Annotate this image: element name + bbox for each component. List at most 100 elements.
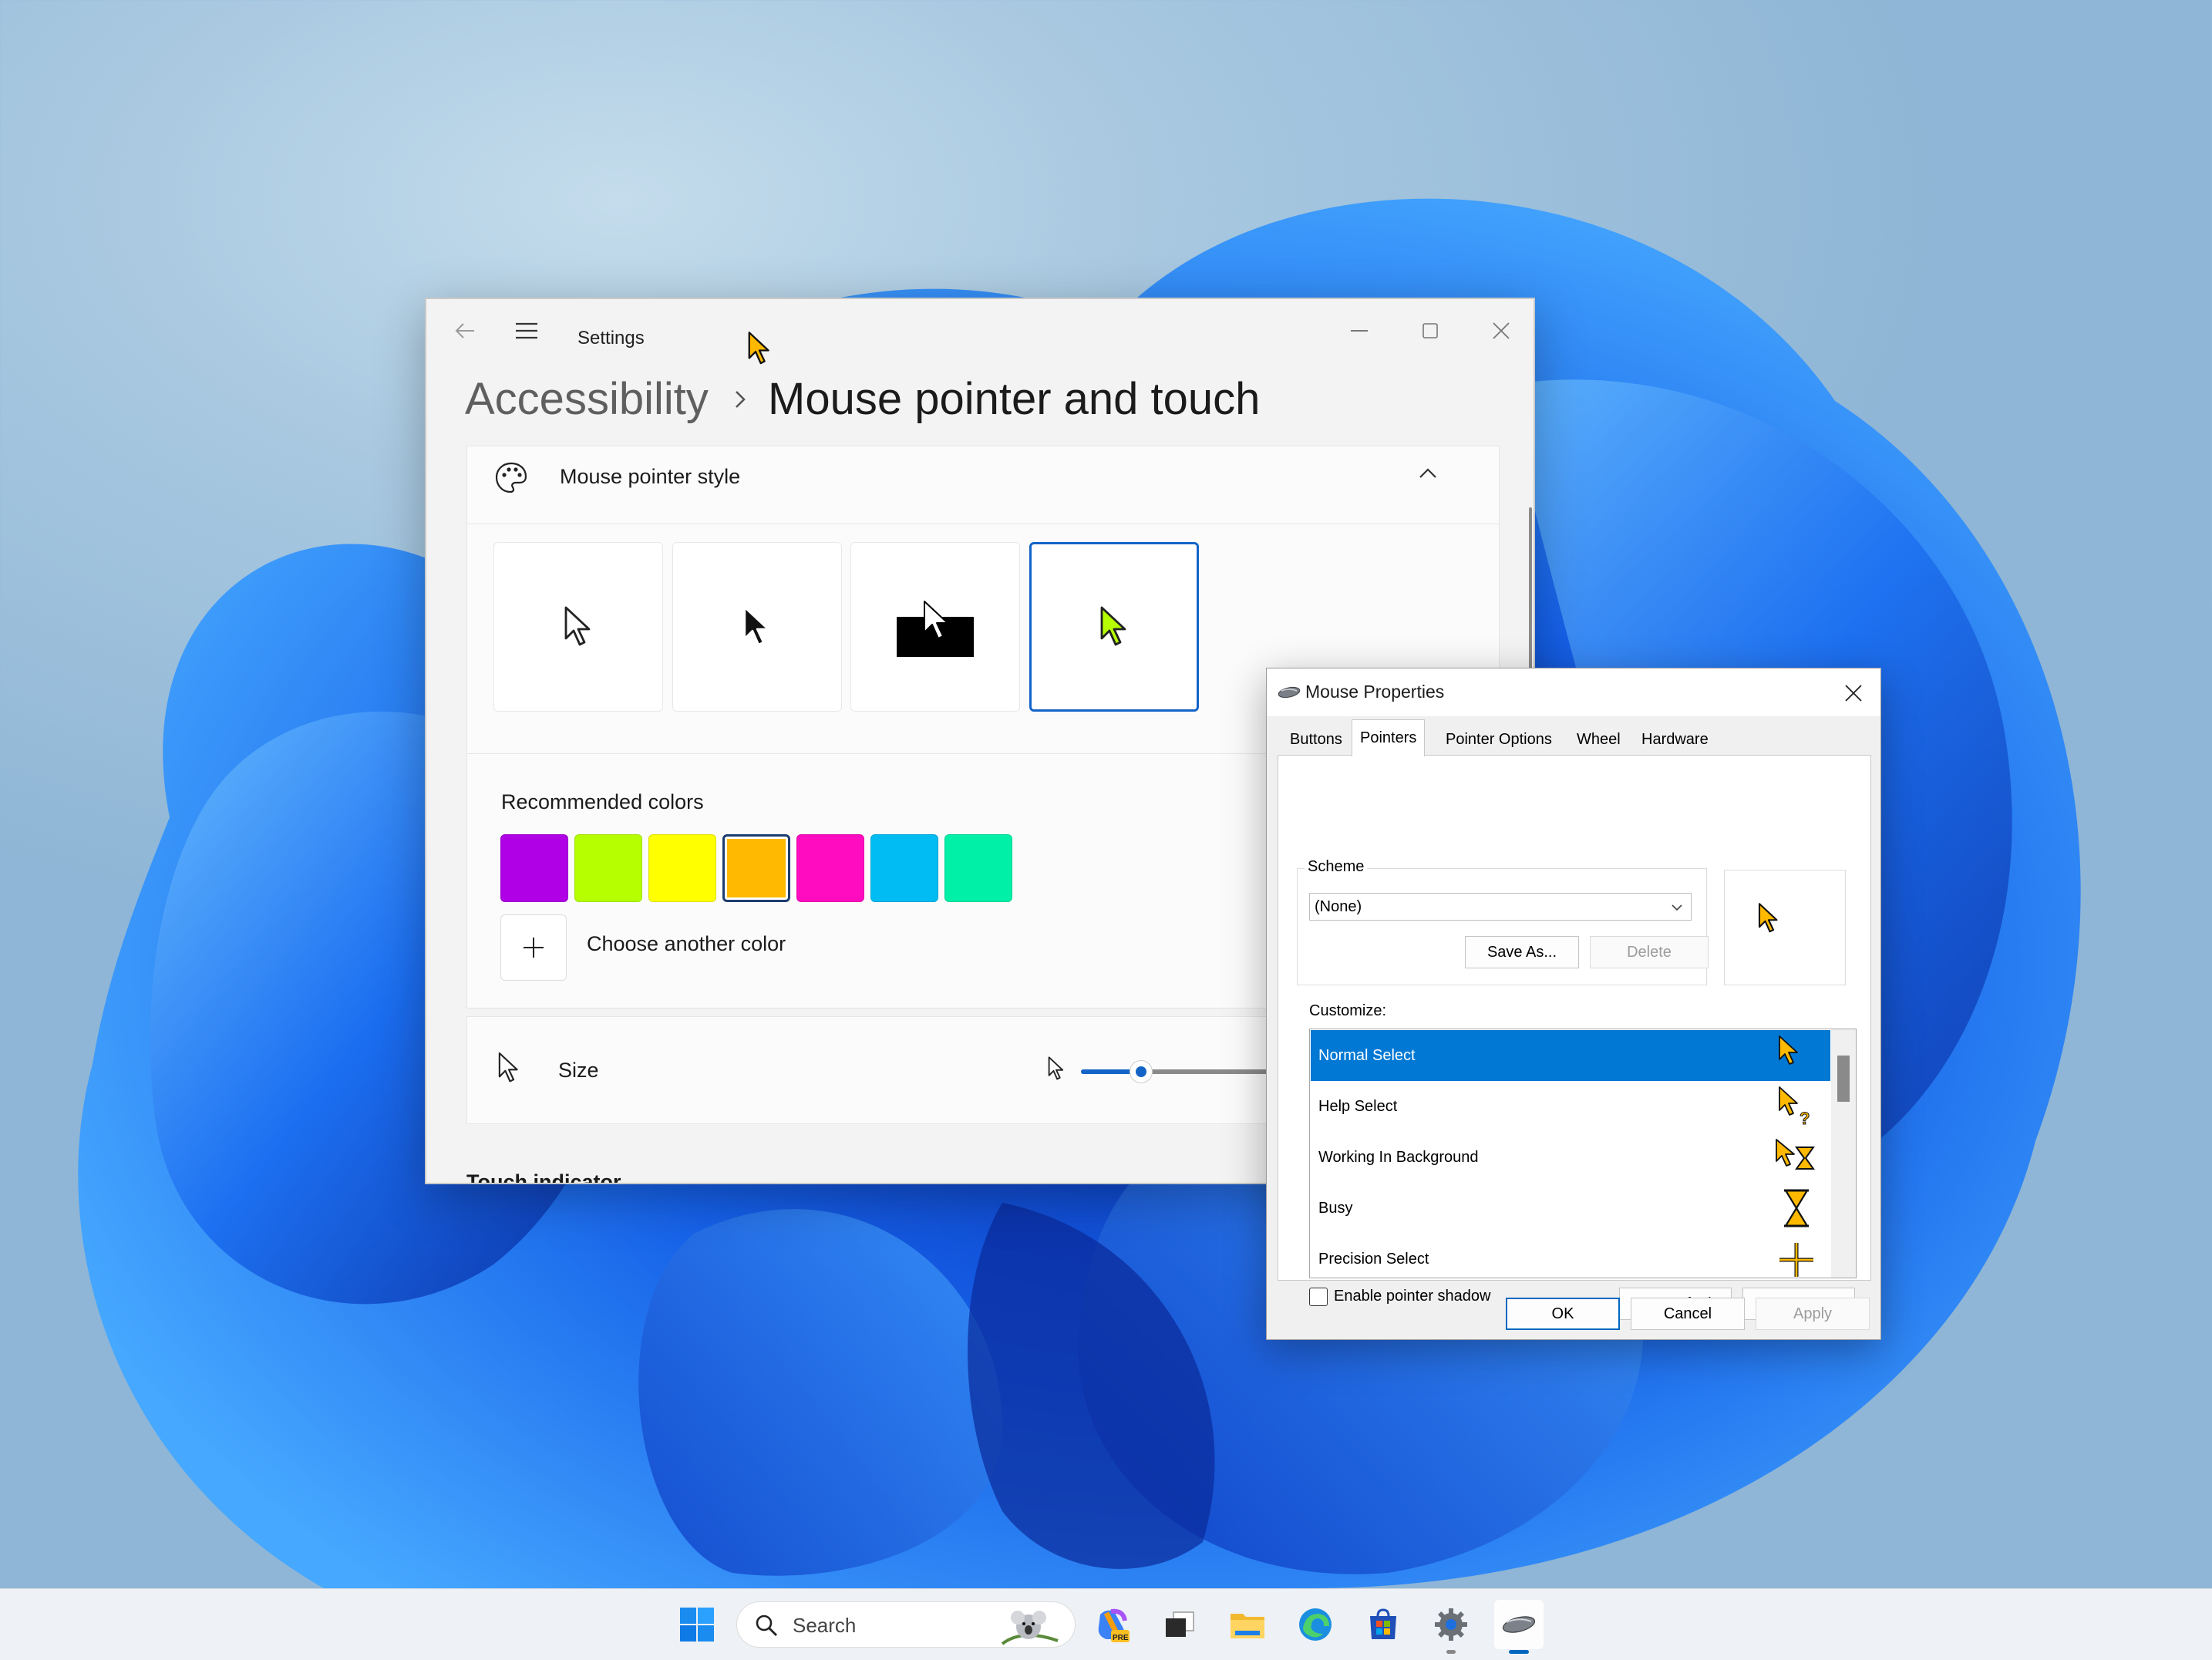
navigation-menu-button[interactable] (503, 311, 550, 350)
pointer-style-inverted[interactable] (850, 542, 1020, 712)
tab-wheel[interactable]: Wheel (1569, 724, 1628, 755)
close-icon (1845, 685, 1862, 702)
scheme-dropdown[interactable]: (None) (1309, 893, 1692, 921)
cancel-button[interactable]: Cancel (1631, 1298, 1745, 1330)
gear-icon (1435, 1608, 1467, 1641)
dialog-title: Mouse Properties (1305, 682, 1445, 702)
start-button[interactable] (672, 1600, 722, 1649)
crosshair-cursor-icon (1779, 1243, 1813, 1277)
size-label: Size (558, 1059, 599, 1082)
windows-logo-icon (680, 1608, 714, 1641)
color-swatch[interactable] (648, 834, 716, 902)
hourglass-cursor-icon (1784, 1189, 1809, 1227)
running-indicator (1446, 1650, 1456, 1654)
white-pointer-icon (564, 606, 591, 646)
scheme-value: (None) (1315, 898, 1362, 915)
mouse-properties-dialog: Mouse Properties Buttons Pointers Pointe… (1266, 668, 1881, 1340)
mouse-icon (1502, 1616, 1536, 1633)
save-as-button[interactable]: Save As... (1465, 936, 1579, 968)
color-swatch[interactable] (574, 834, 642, 902)
tab-buttons[interactable]: Buttons (1282, 724, 1350, 755)
app-title: Settings (577, 328, 645, 348)
color-swatch[interactable] (796, 834, 864, 902)
dialog-titlebar[interactable]: Mouse Properties (1267, 668, 1880, 716)
active-indicator (1509, 1650, 1529, 1654)
maximize-button[interactable] (1407, 311, 1453, 350)
enable-pointer-shadow-label[interactable]: Enable pointer shadow (1334, 1288, 1490, 1305)
store-button[interactable] (1359, 1600, 1408, 1649)
help-cursor-icon: ? (1779, 1086, 1810, 1127)
cursor-name: Help Select (1318, 1098, 1398, 1115)
pointer-style-label: Mouse pointer style (560, 465, 741, 488)
search-highlight-koala-icon (1001, 1611, 1059, 1645)
mouse-cursor-icon (748, 332, 769, 365)
list-item-busy[interactable]: Busy (1311, 1183, 1830, 1234)
close-icon (1493, 322, 1510, 339)
list-item-precision-select[interactable]: Precision Select (1311, 1234, 1830, 1278)
custom-color-pointer-icon (1100, 606, 1126, 646)
edge-icon (1299, 1608, 1332, 1641)
cursor-name: Precision Select (1318, 1251, 1429, 1268)
size-slider-thumb[interactable] (1130, 1060, 1153, 1083)
taskbar-search-box[interactable]: Search (736, 1601, 1076, 1648)
ok-button[interactable]: OK (1506, 1298, 1620, 1330)
task-view-button[interactable] (1155, 1600, 1204, 1649)
minimize-button[interactable] (1336, 311, 1382, 350)
svg-text:?: ? (1800, 1109, 1810, 1127)
tab-pointer-options[interactable]: Pointer Options (1438, 724, 1560, 755)
scrollbar-thumb[interactable] (1837, 1056, 1850, 1102)
taskbar: Search PRE (0, 1588, 2212, 1660)
tab-pointers[interactable]: Pointers (1352, 719, 1426, 756)
cursor-name: Working In Background (1318, 1149, 1479, 1166)
cursor-list-scrollbar[interactable] (1831, 1029, 1856, 1278)
color-swatch[interactable] (722, 834, 790, 902)
settings-app-button[interactable] (1426, 1600, 1476, 1654)
hamburger-icon (516, 322, 537, 339)
store-icon (1370, 1608, 1396, 1639)
svg-text:PRE: PRE (1113, 1634, 1129, 1642)
pointer-style-header[interactable]: Mouse pointer style (467, 446, 1499, 524)
pointer-preview (1724, 870, 1846, 985)
copilot-button[interactable]: PRE (1087, 1600, 1136, 1649)
list-item-working-in-background[interactable]: Working In Background (1311, 1132, 1830, 1183)
color-swatch[interactable] (500, 834, 568, 902)
palette-icon (495, 462, 527, 493)
pointer-style-white[interactable] (493, 542, 663, 712)
folder-icon (1231, 1614, 1264, 1638)
breadcrumb-accessibility[interactable]: Accessibility (465, 373, 709, 425)
scheme-label: Scheme (1305, 858, 1368, 876)
chevron-down-icon (1672, 904, 1682, 911)
dialog-close-button[interactable] (1834, 676, 1873, 710)
close-button[interactable] (1478, 311, 1524, 350)
apply-button[interactable]: Apply (1756, 1298, 1870, 1330)
list-item-normal-select[interactable]: Normal Select (1311, 1030, 1830, 1081)
choose-another-color-button[interactable] (500, 914, 567, 981)
back-arrow-icon (455, 323, 474, 338)
chevron-up-icon[interactable] (1414, 460, 1442, 488)
preview-arrow-icon (1758, 903, 1778, 933)
cursor-list[interactable]: Normal Select Help Select ? Working In B… (1309, 1029, 1857, 1278)
mouse-properties-taskbar-button[interactable] (1494, 1600, 1544, 1654)
tab-hardware[interactable]: Hardware (1634, 724, 1716, 755)
plus-icon (524, 938, 544, 958)
breadcrumb-chevron-icon (736, 391, 746, 408)
choose-another-color-label[interactable]: Choose another color (587, 932, 786, 956)
edge-button[interactable] (1291, 1600, 1340, 1649)
pointers-tab-panel: Scheme (None) Save As... Delete Customiz… (1278, 755, 1871, 1320)
color-swatch[interactable] (870, 834, 938, 902)
touch-indicator-heading: Touch indicator (466, 1170, 621, 1184)
pointer-style-custom[interactable] (1029, 542, 1199, 712)
back-button[interactable] (442, 311, 488, 350)
file-explorer-button[interactable] (1223, 1600, 1272, 1649)
delete-button[interactable]: Delete (1590, 936, 1709, 968)
enable-pointer-shadow-checkbox[interactable] (1309, 1288, 1328, 1306)
list-item-help-select[interactable]: Help Select ? (1311, 1081, 1830, 1132)
cursor-name: Normal Select (1318, 1047, 1416, 1064)
color-swatch[interactable] (944, 834, 1012, 902)
small-pointer-icon (1048, 1056, 1064, 1080)
task-view-icon (1166, 1611, 1194, 1637)
pointer-style-black[interactable] (672, 542, 842, 712)
working-cursor-icon (1776, 1139, 1815, 1170)
minimize-icon (1351, 330, 1368, 332)
pointer-size-icon (498, 1052, 518, 1083)
